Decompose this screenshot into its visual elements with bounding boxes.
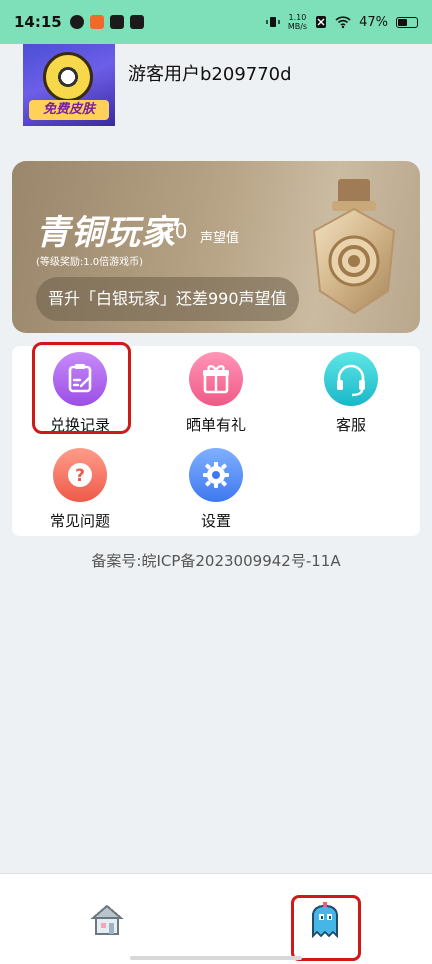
notification-icons	[69, 15, 144, 29]
menu-item-customer-service[interactable]: 客服	[296, 352, 406, 435]
menu-item-label: 常见问题	[49, 512, 110, 530]
menu-item-label: 设置	[200, 512, 231, 530]
svg-text:?: ?	[75, 466, 85, 486]
battery-icon	[396, 16, 418, 28]
menu-grid: 兑换记录 晒单有礼 客服 ? 常见问题 设置	[12, 342, 420, 536]
level-title: 青铜玩家	[36, 213, 176, 253]
menu-item-settings[interactable]: 设置	[161, 448, 271, 531]
app-notification-icon	[89, 15, 104, 29]
bronze-medal-icon	[312, 179, 396, 315]
menu-item-faq[interactable]: ? 常见问题	[25, 448, 135, 531]
net-speed-value: 1.10	[288, 13, 307, 22]
net-speed: 1.10 MB/s	[288, 13, 307, 31]
status-right: 1.10 MB/s 47%	[266, 13, 418, 31]
level-reward: (等级奖励:1.0倍游戏币)	[36, 257, 144, 268]
status-bar: 14:15 1.10 MB/s 47%	[0, 0, 432, 44]
menu-item-share-gift[interactable]: 晒单有礼	[161, 352, 271, 435]
calendar-notification-icon	[129, 15, 144, 29]
highlight-annotation	[32, 342, 131, 434]
sim-off-icon	[316, 16, 327, 28]
pixel-house-icon[interactable]	[89, 902, 125, 938]
avatar[interactable]: 免费皮肤	[23, 44, 115, 126]
mail-notification-icon	[109, 15, 124, 29]
level-value: 10	[162, 219, 188, 243]
menu-item-label: 客服	[335, 416, 366, 434]
status-time: 14:15	[14, 13, 62, 31]
question-icon: ?	[53, 448, 107, 502]
level-unit: 声望值	[200, 231, 240, 246]
wifi-icon	[335, 16, 351, 29]
gear-icon	[189, 448, 243, 502]
battery-percent: 47%	[359, 14, 388, 30]
vibrate-icon	[266, 17, 280, 27]
net-speed-unit: MB/s	[287, 22, 308, 31]
pokeball-icon	[43, 52, 93, 102]
avatar-badge: 免费皮肤	[29, 100, 109, 120]
menu-item-label: 晒单有礼	[185, 416, 246, 434]
home-indicator[interactable]	[130, 956, 302, 960]
bottom-nav	[0, 873, 432, 964]
username: 游客用户b209770d	[128, 64, 292, 85]
upgrade-progress-pill: 晋升「白银玩家」还差990声望值	[36, 277, 299, 321]
highlight-annotation	[291, 895, 361, 961]
headset-icon	[324, 352, 378, 406]
leaf-notification-icon	[69, 15, 84, 29]
gift-icon	[189, 352, 243, 406]
level-card: 青铜玩家 10 声望值 (等级奖励:1.0倍游戏币) 晋升「白银玩家」还差990…	[12, 161, 420, 333]
icp-record: 备案号:皖ICP备2023009942号-11A	[91, 552, 341, 570]
